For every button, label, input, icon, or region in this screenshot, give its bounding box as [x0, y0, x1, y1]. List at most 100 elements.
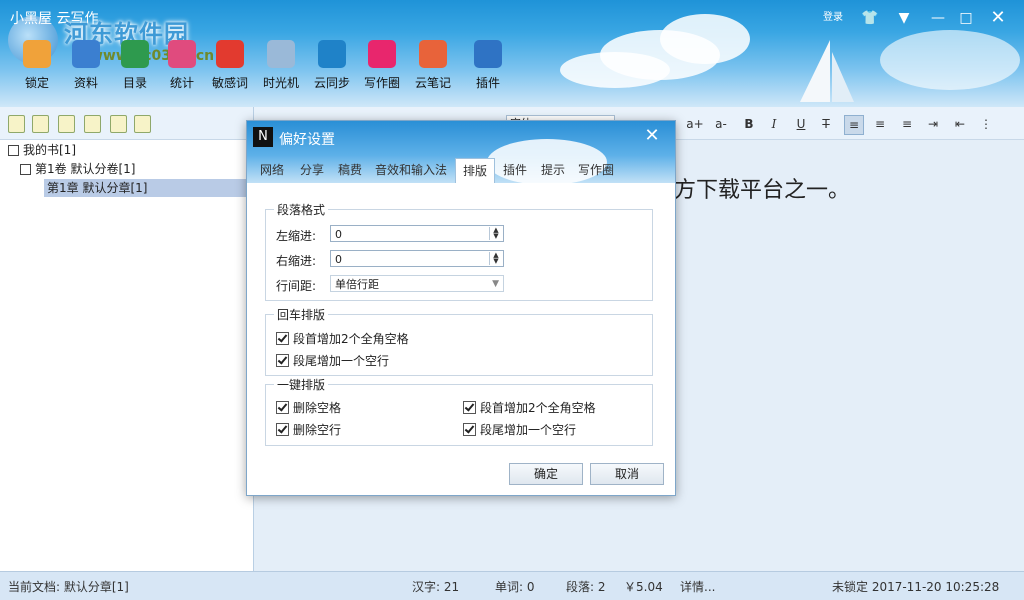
tree-item-volume[interactable]: 第1卷 默认分卷[1]	[20, 160, 135, 178]
toolbar-button[interactable]: 统计	[157, 40, 207, 100]
app-header: 小黑屋 云写作 河东软件园 www.pc0359.cn 锁定 资料 目录 统计 敏感词时…	[0, 0, 1024, 107]
dialog-tab[interactable]: 分享	[295, 158, 329, 183]
dialog-tab[interactable]: 插件	[499, 158, 531, 183]
right-indent-spinner[interactable]: 0 ▲ ▼	[330, 250, 504, 267]
group-title: 回车排版	[274, 306, 329, 323]
new-book-icon[interactable]	[8, 115, 25, 133]
font-grow-button[interactable]: a+	[686, 115, 704, 133]
checkbox-label: 段首增加2个全角空格	[293, 332, 409, 346]
toolbar-button[interactable]: 目录	[110, 40, 160, 100]
import-icon[interactable]	[110, 115, 127, 133]
spinner-arrows-icon[interactable]: ▲ ▼	[489, 252, 502, 265]
toolbar-button[interactable]: 资料	[61, 40, 111, 100]
list-icon	[121, 40, 149, 68]
lock-status-time: 未锁定 2017-11-20 10:25:28	[832, 580, 1000, 594]
tree-item-book[interactable]: 我的书[1]	[8, 141, 76, 159]
dialog-tab[interactable]: 网络	[255, 158, 289, 183]
bullet-list-icon[interactable]: ⋮	[977, 115, 995, 133]
book-list-icon[interactable]	[32, 115, 49, 133]
editor-content[interactable]: 方下载平台之一。	[674, 172, 850, 204]
toolbar-button[interactable]: 锁定	[12, 40, 62, 100]
toolbar-button[interactable]: 写作圈	[357, 40, 407, 100]
minimize-icon[interactable]: —	[924, 6, 952, 30]
checkbox-checked-icon[interactable]	[276, 332, 289, 345]
left-indent-value: 0	[335, 228, 342, 241]
line-spacing-select[interactable]: 单倍行距 ▼	[330, 275, 504, 292]
tree-item-chapter[interactable]: 第1章 默认分章[1]	[44, 179, 251, 197]
toolbar-button[interactable]: 时光机	[256, 40, 306, 100]
bold-button[interactable]: B	[740, 115, 758, 133]
font-shrink-button[interactable]: a-	[712, 115, 730, 133]
skin-shirt-icon[interactable]: 👕	[856, 6, 884, 30]
tree-item-label: 第1卷 默认分卷[1]	[35, 162, 136, 176]
align-right-icon[interactable]: ≡	[898, 115, 916, 133]
expand-icon[interactable]	[8, 145, 19, 156]
new-chapter-icon[interactable]	[84, 115, 101, 133]
cancel-button[interactable]: 取消	[590, 463, 664, 485]
header-cloud	[880, 30, 1020, 90]
expand-icon[interactable]	[20, 164, 31, 175]
bar-chart-icon	[168, 40, 196, 68]
chevron-down-icon[interactable]: ▼	[492, 276, 499, 293]
align-center-icon[interactable]: ≡	[871, 115, 889, 133]
indent-icon[interactable]: ⇥	[924, 115, 942, 133]
onekey-blankline-checkbox[interactable]: 段尾增加一个空行	[463, 423, 576, 437]
spinner-arrows-icon[interactable]: ▲ ▼	[489, 227, 502, 240]
toolbar-button[interactable]: 云笔记	[408, 40, 458, 100]
sailboat-graphic	[800, 40, 830, 102]
toolbar-button-label: 插件	[475, 76, 500, 90]
line-spacing-value: 单倍行距	[335, 278, 379, 291]
strikethrough-button[interactable]: T	[817, 115, 835, 133]
onekey-indent-checkbox[interactable]: 段首增加2个全角空格	[463, 401, 596, 415]
dialog-tab[interactable]: 写作圈	[575, 158, 617, 183]
outdent-icon[interactable]: ⇤	[951, 115, 969, 133]
toolbar-button[interactable]: 云同步	[307, 40, 357, 100]
checkbox-checked-icon[interactable]	[276, 423, 289, 436]
new-volume-icon[interactable]	[58, 115, 75, 133]
toolbar-button[interactable]: 插件	[463, 40, 513, 100]
one-key-layout-group: 一键排版 删除空格 删除空行 段首增加2个全角空格 段尾增加一个空行	[265, 376, 653, 446]
maximize-icon[interactable]: □	[952, 6, 980, 30]
underline-button[interactable]: U	[792, 115, 810, 133]
sailboat-graphic	[832, 52, 854, 102]
checkbox-label: 段首增加2个全角空格	[480, 401, 596, 415]
tree-toolbar	[0, 107, 253, 140]
details-link[interactable]: 详情...	[680, 578, 715, 595]
checkbox-checked-icon[interactable]	[463, 423, 476, 436]
checkbox-checked-icon[interactable]	[276, 354, 289, 367]
current-document: 当前文档: 默认分章[1]	[8, 580, 129, 594]
header-cloud	[560, 52, 670, 88]
plus-icon	[474, 40, 502, 68]
dialog-tab[interactable]: 提示	[537, 158, 569, 183]
toolbar-button[interactable]: 敏感词	[205, 40, 255, 100]
close-icon[interactable]: ✕	[984, 6, 1012, 30]
ok-button[interactable]: 确定	[509, 463, 583, 485]
dialog-close-icon[interactable]: ✕	[641, 125, 663, 146]
checkbox-checked-icon[interactable]	[276, 401, 289, 414]
dialog-tab[interactable]: 稿费	[333, 158, 367, 183]
dropdown-menu-icon[interactable]: ▼	[890, 6, 918, 30]
price-value: ￥5.04	[624, 580, 663, 594]
tree-item-label: 第1章 默认分章[1]	[47, 181, 148, 195]
left-indent-spinner[interactable]: 0 ▲ ▼	[330, 225, 504, 242]
checkbox-checked-icon[interactable]	[463, 401, 476, 414]
delete-blanklines-checkbox[interactable]: 删除空行	[276, 423, 341, 437]
right-indent-value: 0	[335, 253, 342, 266]
checkbox-label: 删除空格	[293, 401, 342, 415]
document-icon	[72, 40, 100, 68]
align-left-icon[interactable]: ≡	[844, 115, 864, 135]
toolbar-button-label: 写作圈	[363, 76, 400, 90]
enter-blankline-checkbox[interactable]: 段尾增加一个空行	[276, 354, 389, 368]
checkbox-label: 段尾增加一个空行	[480, 423, 577, 437]
enter-indent-checkbox[interactable]: 段首增加2个全角空格	[276, 332, 409, 346]
char-count: 汉字: 21	[412, 580, 460, 594]
status-bar: 当前文档: 默认分章[1] 汉字: 21 单词: 0 段落: 2 ￥5.04 详…	[0, 571, 1024, 600]
toolbar-button-label: 锁定	[24, 76, 49, 90]
checkbox-label: 段尾增加一个空行	[293, 354, 390, 368]
italic-button[interactable]: I	[765, 115, 783, 133]
dialog-tab[interactable]: 排版	[455, 158, 495, 183]
export-icon[interactable]	[134, 115, 151, 133]
dialog-tab[interactable]: 音效和输入法	[371, 158, 451, 183]
delete-spaces-checkbox[interactable]: 删除空格	[276, 401, 341, 415]
login-button[interactable]: 登录	[818, 6, 848, 30]
